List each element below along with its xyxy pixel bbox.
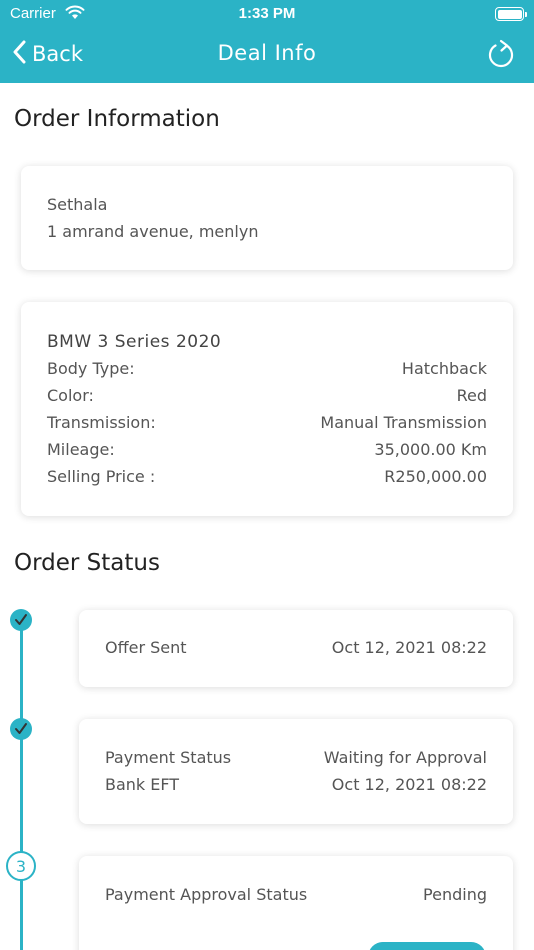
payment-method: Bank EFT bbox=[105, 775, 180, 794]
refresh-button[interactable] bbox=[486, 38, 516, 74]
status-card-offer: Offer Sent Oct 12, 2021 08:22 bbox=[79, 610, 513, 687]
approval-status-value: Pending bbox=[423, 885, 487, 904]
status-bar: Carrier 1:33 PM bbox=[0, 0, 534, 28]
refresh-icon bbox=[486, 39, 516, 74]
navigation-bar: Back Deal Info bbox=[0, 28, 534, 83]
top-bar: Carrier 1:33 PM Back Deal Info bbox=[0, 0, 534, 83]
mileage-label: Mileage: bbox=[47, 440, 115, 459]
transmission-value: Manual Transmission bbox=[320, 413, 487, 432]
step-complete-icon bbox=[10, 718, 32, 740]
order-status-title: Order Status bbox=[14, 550, 160, 576]
dealer-card: Sethala 1 amrand avenue, menlyn bbox=[21, 166, 513, 270]
payment-status-label: Payment Status bbox=[105, 748, 232, 767]
approval-status-label: Payment Approval Status bbox=[105, 885, 308, 904]
approval-action-button[interactable] bbox=[368, 942, 486, 950]
step-number-badge: 3 bbox=[6, 851, 36, 881]
mileage-value: 35,000.00 Km bbox=[374, 440, 487, 459]
vehicle-name: BMW 3 Series 2020 bbox=[47, 332, 222, 352]
transmission-label: Transmission: bbox=[47, 413, 156, 432]
timeline-line bbox=[20, 620, 23, 950]
selling-price-value: R250,000.00 bbox=[384, 467, 487, 486]
payment-status-value: Waiting for Approval bbox=[323, 748, 487, 767]
payment-date: Oct 12, 2021 08:22 bbox=[331, 775, 487, 794]
battery-icon bbox=[495, 7, 527, 21]
dealer-address: 1 amrand avenue, menlyn bbox=[47, 222, 259, 241]
status-card-payment: Payment Status Waiting for Approval Bank… bbox=[79, 719, 513, 824]
selling-price-label: Selling Price : bbox=[47, 467, 156, 486]
vehicle-card: BMW 3 Series 2020 Body Type: Hatchback C… bbox=[21, 302, 513, 516]
page-title: Deal Info bbox=[217, 41, 317, 65]
offer-sent-date: Oct 12, 2021 08:22 bbox=[331, 638, 487, 657]
order-information-title: Order Information bbox=[14, 106, 220, 132]
clock: 1:33 PM bbox=[238, 5, 296, 22]
color-label: Color: bbox=[47, 386, 94, 405]
color-value: Red bbox=[456, 386, 487, 405]
body-type-value: Hatchback bbox=[401, 359, 487, 378]
status-card-approval: Payment Approval Status Pending bbox=[79, 856, 513, 950]
offer-sent-label: Offer Sent bbox=[105, 638, 187, 657]
step-complete-icon bbox=[10, 609, 32, 631]
dealer-name: Sethala bbox=[47, 195, 108, 214]
body-type-label: Body Type: bbox=[47, 359, 135, 378]
